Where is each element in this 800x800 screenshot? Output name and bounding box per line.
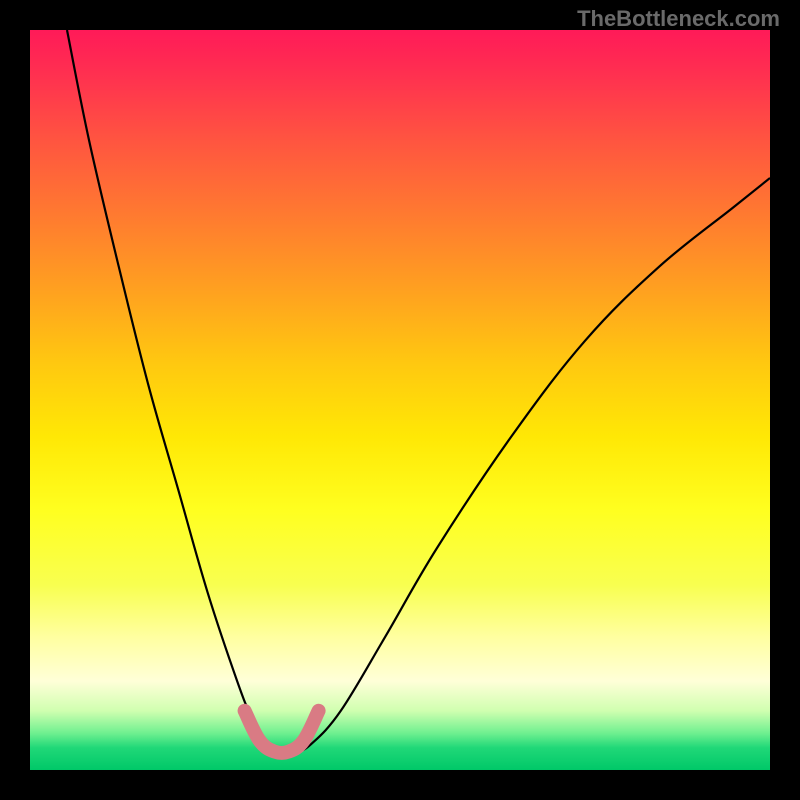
watermark-text: TheBottleneck.com [577,6,780,32]
bottleneck-curve-svg [30,30,770,770]
bottleneck-curve [67,30,770,752]
highlight-band [245,711,319,753]
chart-plot-area [30,30,770,770]
